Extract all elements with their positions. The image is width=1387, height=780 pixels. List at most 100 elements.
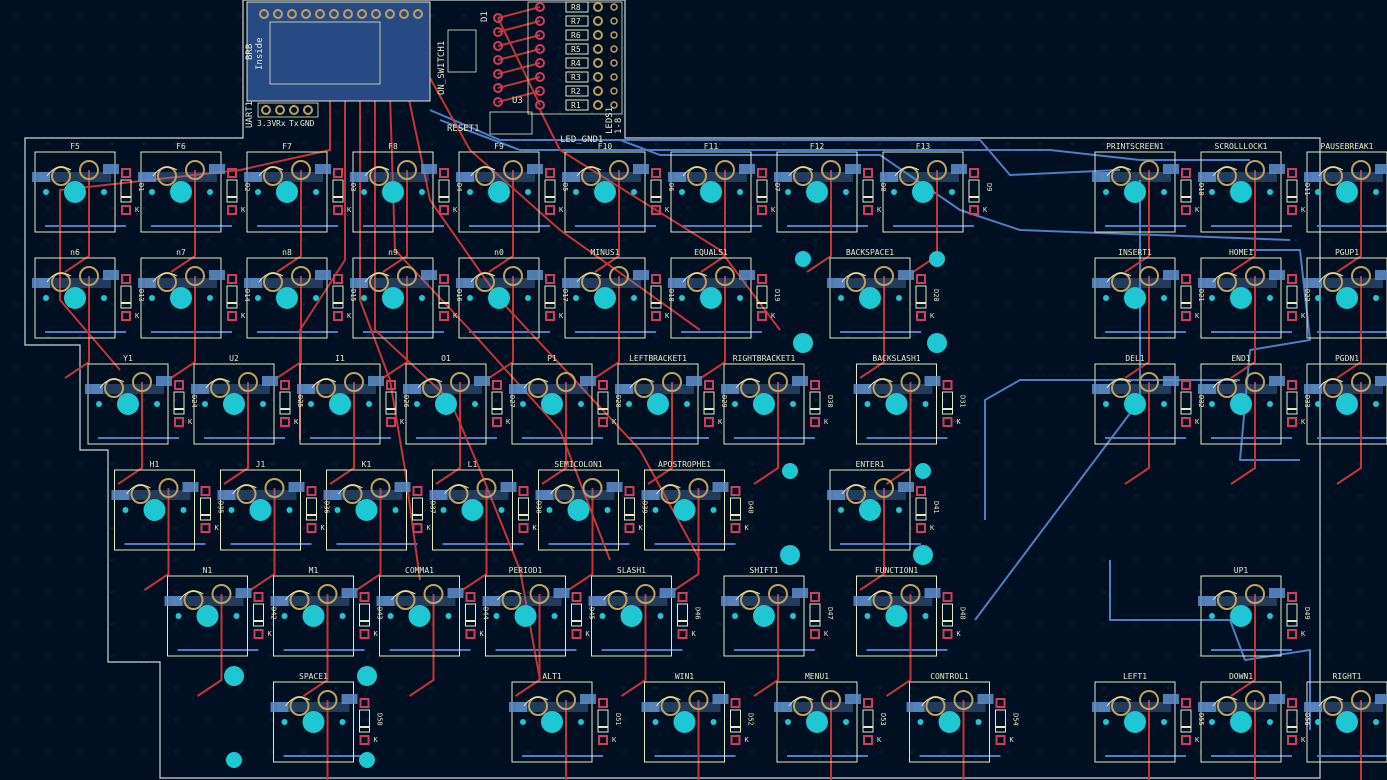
switch-pad-strip [145,172,217,182]
switch-side-hole [228,507,235,513]
switch-side-hole [255,189,261,195]
switch-center-hole [1124,393,1146,415]
switch-side-hole [255,295,261,301]
switch-pad-strip [304,384,376,394]
switch-side-hole [1315,719,1321,725]
switch-pad-strip [913,702,986,712]
switch-side-hole [1161,719,1167,725]
switch-pad-strip [1205,384,1277,394]
diode-label: D32 [1197,395,1205,408]
stabilizer-hole [915,463,931,479]
switch-pad-strip [569,278,641,288]
diode-label: D55 [1197,713,1205,726]
switch-side-hole [896,507,902,513]
switch-pad-strip [781,172,853,182]
switch-side-hole [1315,295,1321,301]
switch-side-hole [339,719,346,725]
pcb-canvas[interactable]: Inside BRB UART1 3.3V Rx Tx GND ON_SWITC… [0,0,1387,780]
stabilizer-hole [913,545,933,565]
diode-label: D39 [641,501,649,514]
switch-pad-strip [330,490,403,500]
switch-side-hole [180,507,187,513]
switch-center-hole [143,499,166,521]
switch-side-hole [1103,719,1109,725]
switch-center-hole [859,499,881,521]
diode-label: D4 [455,183,463,191]
switch-side-hole [313,189,319,195]
switch-side-hole [387,613,394,619]
uart-pin-rx: Rx [276,119,286,128]
switch-center-hole [1336,711,1358,733]
switch-side-hole [1209,719,1215,725]
switch-side-hole [498,507,505,513]
switch-center-hole [514,605,537,627]
switch-side-hole [1267,401,1273,407]
diode-label: D30 [826,395,834,408]
switch-side-hole [207,295,213,301]
switch-side-hole [864,613,871,619]
switch-pad-strip [1311,384,1383,394]
switch-label: F7 [282,142,292,151]
switch-label: BACKSLASH1 [872,354,920,363]
switch-label: RIGHT1 [1333,672,1362,681]
switch-side-hole [657,613,664,619]
switch-pad-strip [1311,278,1383,288]
switch-label: RIGHTBRACKET1 [733,354,796,363]
switch-label: APOSTROPHE1 [658,460,711,469]
switch-label: DEL1 [1125,354,1144,363]
diode-label: D7 [773,183,781,191]
switch-side-hole [891,189,897,195]
switch-side-hole [445,613,452,619]
diode-label: D40 [747,501,755,514]
diode-label: D35 [217,501,225,514]
switch-center-hole [673,711,696,733]
switch-label: PRINTSCREEN1 [1106,142,1164,151]
switch-side-hole [520,719,526,725]
diode-label: D9 [985,183,993,191]
switch-center-hole [753,393,775,415]
resistor-label: R4 [571,59,581,68]
switch-side-hole [843,719,849,725]
mcu-label-brb: BRB [245,44,255,60]
stabilizer-hole [780,545,800,565]
switch-center-hole [753,605,775,627]
switch-side-hole [361,295,367,301]
diode-label: D21 [1197,289,1205,302]
switch-center-hole [541,711,563,733]
diode-label: D15 [349,289,357,302]
switch-side-hole [286,507,293,513]
diode-label: D11 [1303,183,1311,196]
switch-pad-strip [118,490,191,500]
switch-label: F5 [70,142,80,151]
switch-pad-strip [277,596,350,606]
switch-label: N1 [203,566,213,575]
diode-label: D49 [1303,607,1311,620]
switch-label: PAUSEBREAK1 [1321,142,1374,151]
switch-side-hole [43,189,49,195]
switch-side-hole [573,189,579,195]
switch-center-hole [249,499,272,521]
switch-label: PERIOD1 [509,566,543,575]
switch-pad-strip [198,384,270,394]
switch-side-hole [260,401,266,407]
diode-label: D25 [296,395,304,408]
switch-side-hole [679,189,685,195]
switch-label: UP1 [1234,566,1249,575]
switch-pad-strip [251,278,323,288]
switch-center-hole [1230,181,1252,203]
switch-side-hole [737,295,743,301]
diode-label: D6 [667,183,675,191]
switch-side-hole [546,507,553,513]
switch-center-hole [117,393,139,415]
switch-center-hole [223,393,245,415]
switch-label: ENTER1 [856,460,885,469]
diode-label: D37 [429,501,437,514]
switch-pad-strip [1205,172,1277,182]
diode-label: D36 [323,501,331,514]
switch-center-hole [1124,181,1146,203]
switch-side-hole [679,295,685,301]
stabilizer-hole [793,333,813,353]
switch-side-hole [334,507,341,513]
switch-label: I1 [335,354,345,363]
switch-label: SCROLLLOCK1 [1215,142,1268,151]
